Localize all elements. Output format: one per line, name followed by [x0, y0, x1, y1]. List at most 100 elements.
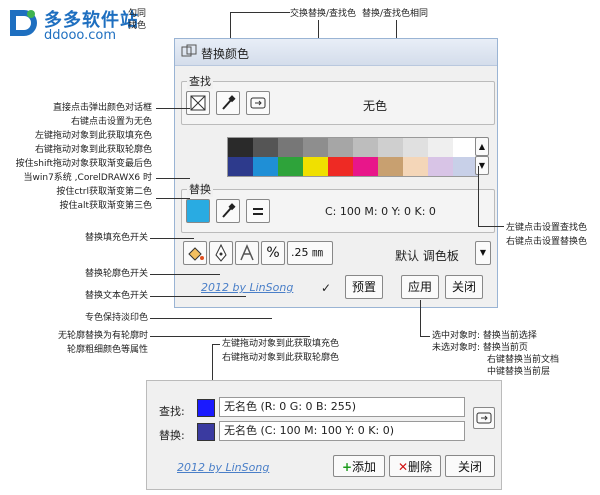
chevron-down-icon: ▼	[479, 248, 487, 257]
annotation-no-outline-2: 轮廓粗细颜色等属性	[66, 345, 148, 355]
close-button[interactable]: 关闭	[445, 275, 483, 299]
find-eyedropper-button[interactable]	[216, 91, 240, 115]
compact-replace-field[interactable]: 无名色 (C: 100 M: 100 Y: 0 K: 0)	[219, 421, 465, 441]
compact-delete-button[interactable]: ✕删除	[389, 455, 441, 477]
annotation-left-1: 右键点击设置为无色	[70, 117, 152, 127]
paint-bucket-icon	[188, 247, 204, 261]
annotation-top-1a: 勾同	[128, 9, 147, 19]
annotation-spot-toggle: 专色保持淡印色	[84, 313, 148, 323]
annotation-mid-outline: 右键拖动对象到此获取轮廓色	[222, 353, 340, 363]
percent-icon: %	[266, 245, 280, 261]
watermark-logo	[10, 10, 37, 36]
no-color-icon	[190, 95, 206, 111]
annotation-left-3: 右键拖动对象到此获取轮廓色	[34, 145, 152, 155]
same-color-button[interactable]	[246, 199, 270, 223]
pen-nib-icon	[215, 243, 227, 262]
swap-icon	[250, 97, 266, 109]
find-group-label: 查找	[187, 73, 213, 89]
palette-swatch[interactable]	[378, 138, 403, 157]
annotation-replace-same: 替换/查找色相同	[362, 9, 429, 19]
palette-select-dropdown[interactable]: ▼	[475, 241, 491, 265]
compact-find-label: 查找:	[159, 405, 185, 418]
annotation-fill-toggle: 替换填充色开关	[84, 233, 148, 243]
color-palette[interactable]	[227, 137, 479, 177]
palette-swatch[interactable]	[278, 157, 303, 176]
palette-swatch[interactable]	[428, 138, 453, 157]
palette-swatch[interactable]	[228, 138, 253, 157]
compact-close-button[interactable]: 关闭	[445, 455, 495, 477]
compact-find-swatch[interactable]	[197, 399, 215, 417]
apply-button[interactable]: 应用	[401, 275, 439, 299]
compact-add-button[interactable]: +添加	[333, 455, 385, 477]
compact-replace-label: 替换:	[159, 429, 185, 442]
replace-color-swatch-button[interactable]	[186, 199, 210, 223]
outline-width-field[interactable]: .25 ㎜	[287, 241, 333, 265]
compact-find-field[interactable]: 无名色 (R: 0 G: 0 B: 255)	[219, 397, 465, 417]
palette-swatch[interactable]	[428, 157, 453, 176]
palette-swatch[interactable]	[403, 138, 428, 157]
palette-swatch[interactable]	[253, 157, 278, 176]
text-a-icon	[240, 244, 254, 261]
palette-swatch[interactable]	[403, 157, 428, 176]
annotation-replace-set: 右键点击设置替换色	[506, 237, 588, 247]
delete-label: 删除	[408, 460, 433, 474]
replace-color-value: C: 100 M: 0 Y: 0 K: 0	[325, 205, 436, 218]
eyedropper-icon	[222, 95, 236, 110]
outline-toggle-button[interactable]	[209, 241, 233, 265]
preset-button[interactable]: 预置	[345, 275, 383, 299]
palette-swatch[interactable]	[328, 157, 353, 176]
annotation-left-0: 直接点击弹出颜色对话框	[52, 103, 152, 113]
compact-credit-link[interactable]: 2012 by LinSong	[177, 461, 269, 474]
annotation-no-outline-1: 无轮廓替换为有轮廓时	[57, 331, 148, 341]
palette-select[interactable]: 默认 调色板	[395, 247, 459, 264]
replace-color-dialog: 替换颜色 查找 无色 ▲ ▼ 替换 C: 100 M: 0 Y: 0 K: 0 …	[174, 38, 498, 308]
find-color-value: 无色	[363, 99, 388, 113]
annotation-left-6: 按住ctrl获取渐变第二色	[56, 187, 152, 197]
palette-swatch[interactable]	[353, 138, 378, 157]
palette-swatch[interactable]	[303, 157, 328, 176]
palette-scroll-up[interactable]: ▲	[475, 137, 489, 156]
annotation-selected: 选中对象时: 替换当前选择	[432, 331, 537, 341]
palette-swatch[interactable]	[278, 138, 303, 157]
annotation-middle-layer: 中键替换当前层	[487, 367, 551, 377]
dialog-app-icon	[181, 44, 197, 57]
replace-eyedropper-button[interactable]	[216, 199, 240, 223]
watermark-url: ddooo.com	[44, 28, 117, 43]
equal-icon	[253, 208, 263, 215]
annotation-find-set: 左键点击设置查找色	[506, 223, 588, 233]
x-icon: ✕	[397, 460, 409, 474]
replace-group-label: 替换	[187, 181, 213, 197]
palette-swatch[interactable]	[328, 138, 353, 157]
dialog-title: 替换颜色	[201, 47, 250, 61]
find-color-swatch-button[interactable]	[186, 91, 210, 115]
annotation-unselected: 未选对象时: 替换当前页	[432, 343, 528, 353]
compact-swap-button[interactable]	[473, 407, 495, 429]
annotation-left-2: 左键拖动对象到此获取填充色	[34, 131, 152, 141]
palette-swatch[interactable]	[228, 157, 253, 176]
compact-replace-swatch[interactable]	[197, 423, 215, 441]
annotation-text-toggle: 替换文本色开关	[84, 291, 148, 301]
add-label: 添加	[352, 460, 377, 474]
swap-icon	[476, 412, 492, 424]
annotation-mid-fill: 左键拖动对象到此获取填充色	[222, 339, 340, 349]
palette-swatch[interactable]	[253, 138, 278, 157]
palette-swatch[interactable]	[378, 157, 403, 176]
plus-icon: +	[341, 460, 353, 474]
spot-color-toggle-button[interactable]: %	[261, 241, 285, 265]
annotation-left-5: 当win7系统 ,CorelDRAWX6 时	[23, 173, 152, 183]
credit-link[interactable]: 2012 by LinSong	[201, 281, 293, 294]
palette-swatch[interactable]	[303, 138, 328, 157]
text-toggle-button[interactable]	[235, 241, 259, 265]
compact-dialog: 查找: 无名色 (R: 0 G: 0 B: 255) 替换: 无名色 (C: 1…	[146, 380, 502, 490]
annotation-right-doc: 右键替换当前文档	[487, 355, 560, 365]
fill-toggle-button[interactable]	[183, 241, 207, 265]
eyedropper-icon	[222, 203, 236, 218]
annotation-outline-toggle: 替换轮廓色开关	[84, 269, 148, 279]
annotation-top-1b: 找色	[128, 21, 147, 31]
swap-colors-button[interactable]	[246, 91, 270, 115]
annotation-left-7: 按住alt获取渐变第三色	[59, 201, 152, 211]
spot-checkbox[interactable]: ✓	[321, 281, 331, 295]
annotation-left-4: 按住shift拖动对象获取渐变最后色	[15, 159, 152, 169]
dialog-titlebar: 替换颜色	[175, 39, 497, 66]
palette-swatch[interactable]	[353, 157, 378, 176]
